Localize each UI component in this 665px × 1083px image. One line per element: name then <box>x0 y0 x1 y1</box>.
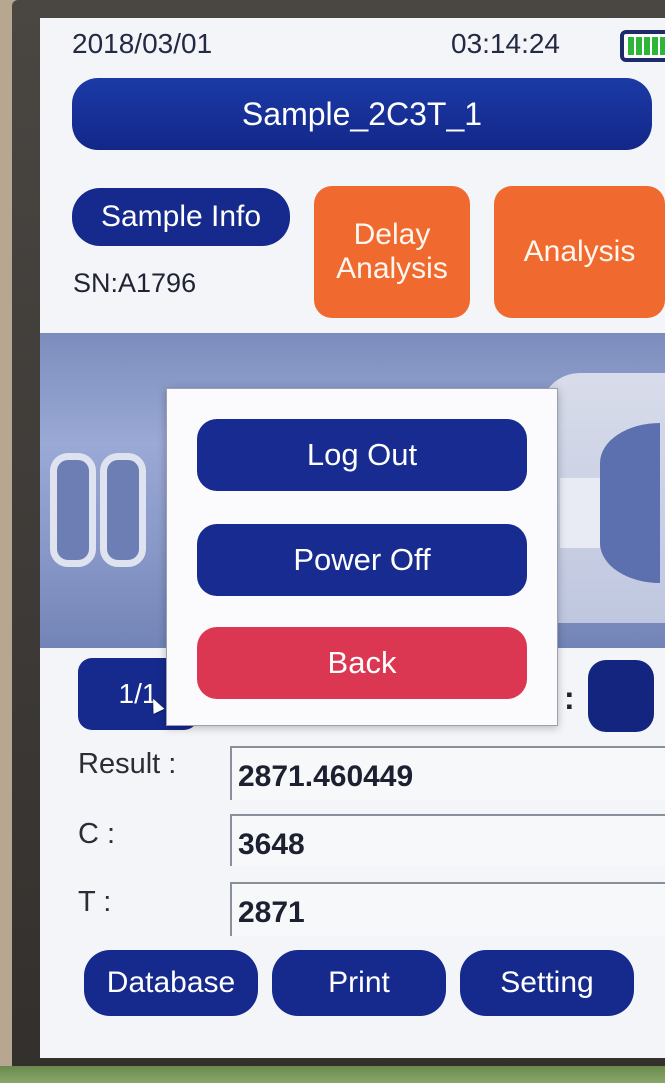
serial-number: SN:A1796 <box>73 268 197 298</box>
delay-analysis-label-line2: Analysis <box>336 252 448 285</box>
battery-icon <box>620 30 665 62</box>
result-label: Result : <box>78 748 177 780</box>
cassette-notch <box>560 478 600 548</box>
power-off-button[interactable]: Power Off <box>197 524 527 596</box>
strip-slot <box>100 453 146 567</box>
t-field: 2871 <box>230 882 665 936</box>
power-menu-dialog: Log Out Power Off Back <box>166 388 558 726</box>
database-button[interactable]: Database <box>84 950 258 1016</box>
back-button[interactable]: Back <box>197 627 527 699</box>
setting-button[interactable]: Setting <box>460 950 634 1016</box>
log-out-button[interactable]: Log Out <box>197 419 527 491</box>
sample-info-button[interactable]: Sample Info <box>72 188 290 246</box>
device-screen: 2018/03/01 03:14:24 Sample_2C3T_1 Sample… <box>40 18 665 1058</box>
sample-title-bar: Sample_2C3T_1 <box>72 78 652 150</box>
date-display: 2018/03/01 <box>72 28 213 59</box>
analysis-button[interactable]: Analysis <box>494 186 665 318</box>
desk-surface <box>0 1066 665 1083</box>
strip-slot <box>50 453 96 567</box>
c-label: C : <box>78 818 116 850</box>
separator-colon: : <box>564 680 575 716</box>
print-button[interactable]: Print <box>272 950 446 1016</box>
secondary-pill-button[interactable] <box>588 660 654 732</box>
delay-analysis-label-line1: Delay <box>353 217 431 251</box>
time-display: 03:14:24 <box>451 28 560 59</box>
t-label: T : <box>78 886 112 918</box>
cassette-window <box>600 423 660 583</box>
c-field: 3648 <box>230 814 665 866</box>
battery-level <box>628 37 665 55</box>
delay-analysis-button[interactable]: Delay Analysis <box>314 186 470 318</box>
result-field: 2871.460449 <box>230 746 665 800</box>
